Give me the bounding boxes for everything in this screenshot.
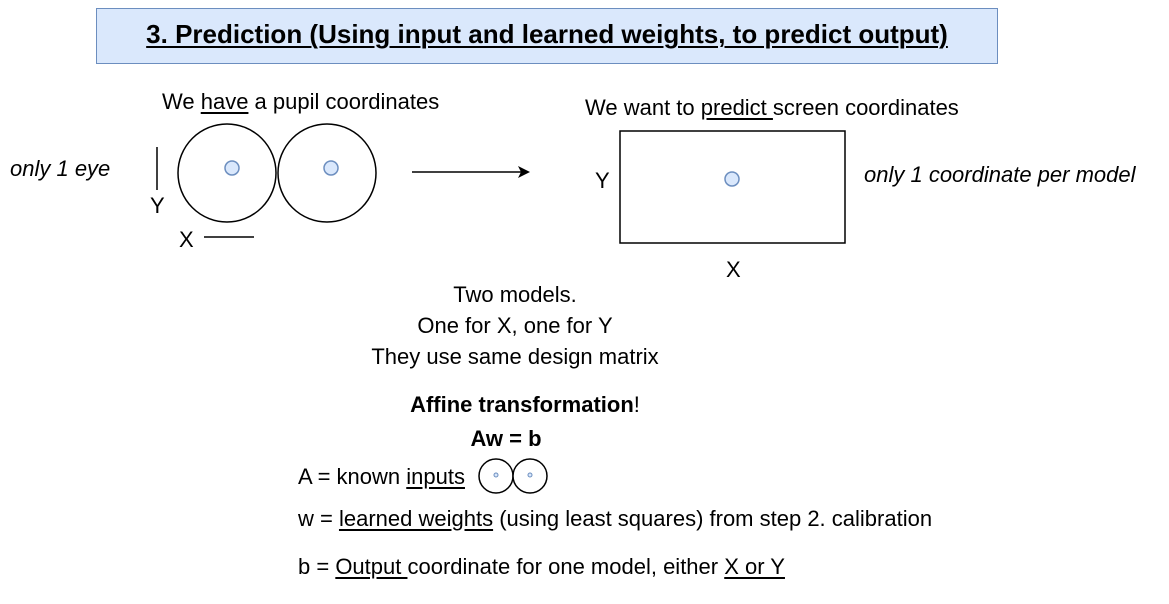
right-caption: We want to predict screen coordinates: [585, 95, 959, 120]
definition-b: b = Output coordinate for one model, eit…: [298, 554, 785, 579]
models-line-3: They use same design matrix: [371, 344, 659, 369]
affine-equation: Aw = b: [470, 426, 542, 451]
definition-a: A = known inputs: [298, 464, 465, 489]
left-caption: We have a pupil coordinates: [162, 89, 440, 114]
screen-x-axis-label: X: [726, 257, 741, 282]
left-x-axis-label: X: [179, 227, 194, 252]
affine-heading: Affine transformation!: [410, 392, 640, 417]
screen-rectangle: [619, 130, 846, 244]
left-y-axis-label: Y: [150, 193, 165, 218]
models-line-1: Two models.: [453, 282, 577, 307]
models-line-2: One for X, one for Y: [417, 313, 613, 338]
right-pupil-dot: [323, 160, 339, 176]
definition-w: w = learned weights (using least squares…: [298, 506, 933, 531]
screen-gaze-dot: [724, 171, 740, 187]
one-coordinate-note: only 1 coordinate per model: [864, 162, 1136, 187]
only-one-eye-note: only 1 eye: [10, 156, 111, 181]
screen-y-axis-label: Y: [595, 168, 610, 193]
inputs-pupil-left-icon: [493, 472, 499, 478]
inputs-pupil-right-icon: [527, 472, 533, 478]
left-pupil-dot: [224, 160, 240, 176]
